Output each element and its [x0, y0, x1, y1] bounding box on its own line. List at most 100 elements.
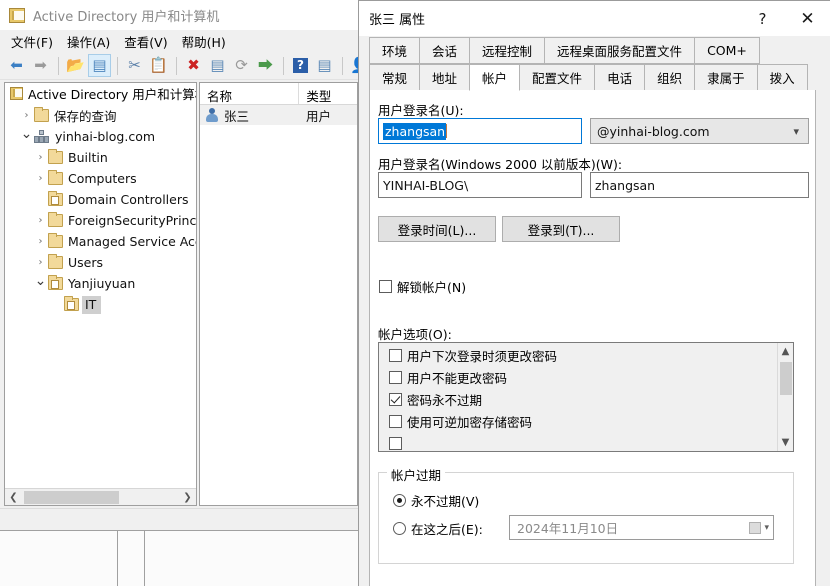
- user-icon: [205, 108, 219, 122]
- account-option-row[interactable]: 用户不能更改密码: [379, 366, 777, 388]
- calendar-dropdown[interactable]: ▾: [749, 521, 769, 534]
- cut-icon[interactable]: ✂: [123, 54, 146, 77]
- scroll-left-icon[interactable]: ❮: [5, 489, 22, 506]
- properties-icon[interactable]: ▤: [206, 54, 229, 77]
- menu-help[interactable]: 帮助(H): [179, 30, 237, 53]
- dialog-title: 张三 属性: [369, 13, 426, 28]
- account-option-checkbox[interactable]: [389, 348, 402, 362]
- hscroll-thumb[interactable]: [24, 490, 119, 504]
- tree-item-yanjiuyuan[interactable]: ⌄ Yanjiuyuan: [5, 273, 196, 294]
- never-expires-label: 永不过期(V): [411, 494, 480, 509]
- tab-会话[interactable]: 会话: [419, 37, 471, 64]
- tab-电话[interactable]: 电话: [594, 64, 646, 91]
- tree-root-row[interactable]: Active Directory 用户和计算机: [5, 83, 196, 104]
- tab-隶属于[interactable]: 隶属于: [694, 64, 758, 91]
- tree-item--[interactable]: › 保存的查询: [5, 105, 196, 126]
- hscroll-track[interactable]: [22, 489, 179, 506]
- tab-常规[interactable]: 常规: [369, 64, 421, 91]
- tree-item-builtin[interactable]: › Builtin: [5, 147, 196, 168]
- chevron-right-icon[interactable]: ›: [33, 215, 48, 226]
- ou-folder-icon: [48, 275, 63, 290]
- account-option-row[interactable]: 密码永不过期: [379, 388, 777, 410]
- account-option-row[interactable]: 使用可逆加密存储密码: [379, 410, 777, 432]
- help-icon[interactable]: ?: [740, 2, 785, 36]
- tab-COM+[interactable]: COM+: [694, 37, 760, 64]
- run-console-icon[interactable]: ▤: [313, 54, 336, 77]
- chevron-down-icon[interactable]: ⌄: [19, 127, 34, 141]
- chevron-right-icon[interactable]: ›: [33, 236, 48, 247]
- table-row[interactable]: 张三 用户: [200, 105, 357, 125]
- tab-帐户[interactable]: 帐户: [469, 64, 521, 91]
- menu-view[interactable]: 查看(V): [121, 30, 178, 53]
- up-folder-icon[interactable]: 📂: [64, 54, 87, 77]
- list-header: 名称 类型: [200, 83, 357, 105]
- account-options-list[interactable]: 用户下次登录时须更改密码 用户不能更改密码 密码永不过期 使用可逆加密存储密码 ▲ ▼: [378, 342, 794, 452]
- scroll-down-icon[interactable]: ▼: [778, 434, 793, 451]
- tree-item-it[interactable]: IT: [5, 294, 196, 315]
- tab-环境[interactable]: 环境: [369, 37, 421, 64]
- pre2000-domain-input[interactable]: YINHAI-BLOG\: [378, 172, 582, 198]
- tree-item-label: IT: [82, 295, 102, 314]
- tree-horizontal-scrollbar[interactable]: ❮ ❯: [5, 488, 196, 505]
- export-list-icon[interactable]: ⮕: [254, 54, 277, 77]
- folder-icon: [48, 233, 63, 248]
- logon-hours-button[interactable]: 登录时间(L)...: [378, 216, 496, 242]
- chevron-right-icon[interactable]: ›: [19, 110, 34, 121]
- tree-item-managed-service-accc[interactable]: › Managed Service Accc: [5, 231, 196, 252]
- tree-item-users[interactable]: › Users: [5, 252, 196, 273]
- expiry-date-value: 2024年11月10日: [517, 521, 619, 536]
- paste-icon[interactable]: 📋: [147, 54, 170, 77]
- tree-item-label: Managed Service Accc: [68, 234, 197, 249]
- scroll-up-icon[interactable]: ▲: [778, 343, 793, 360]
- end-of-row[interactable]: 在这之后(E):: [393, 519, 483, 538]
- scroll-right-icon[interactable]: ❯: [179, 489, 196, 506]
- account-option-row[interactable]: 用户下次登录时须更改密码: [379, 344, 777, 366]
- dialog-titlebar: 张三 属性 ? ✕: [359, 1, 830, 36]
- account-option-checkbox[interactable]: [389, 392, 402, 406]
- logon-name-input[interactable]: zhangsan: [378, 118, 582, 144]
- column-header-name[interactable]: 名称: [200, 83, 300, 104]
- column-header-type[interactable]: 类型: [299, 83, 357, 104]
- expiry-date-picker[interactable]: 2024年11月10日 ▾: [509, 515, 774, 540]
- chevron-right-icon[interactable]: ›: [33, 173, 48, 184]
- never-expires-row[interactable]: 永不过期(V): [393, 491, 479, 510]
- menu-action[interactable]: 操作(A): [64, 30, 121, 53]
- show-hide-tree-icon[interactable]: ▤: [88, 54, 111, 77]
- tree-item-yinhai-blog-com[interactable]: ⌄ yinhai-blog.com: [5, 126, 196, 147]
- pre2000-name-input[interactable]: zhangsan: [590, 172, 809, 198]
- help-icon[interactable]: ?: [289, 54, 312, 77]
- forward-arrow-icon[interactable]: ➡: [29, 54, 52, 77]
- tree-item-domain-controllers[interactable]: Domain Controllers: [5, 189, 196, 210]
- log-on-to-button[interactable]: 登录到(T)...: [502, 216, 620, 242]
- account-option-checkbox[interactable]: [389, 414, 402, 428]
- account-option-checkbox[interactable]: [389, 370, 402, 384]
- end-of-radio[interactable]: [393, 522, 406, 535]
- delete-icon[interactable]: ✖: [182, 54, 205, 77]
- pre2000-label: 用户登录名(Windows 2000 以前版本)(W):: [378, 157, 623, 172]
- never-expires-radio[interactable]: [393, 494, 406, 507]
- account-option-checkbox[interactable]: [389, 436, 402, 450]
- tree-item-foreignsecurityprincipa[interactable]: › ForeignSecurityPrincipa: [5, 210, 196, 231]
- upn-suffix-dropdown[interactable]: @yinhai-blog.com ▾: [590, 118, 809, 144]
- vscroll-thumb[interactable]: [780, 362, 792, 395]
- forward-arrow-icon-glyph: ➡: [34, 56, 47, 74]
- account-option-row-partial[interactable]: [379, 432, 777, 451]
- refresh-icon[interactable]: ⟳: [230, 54, 253, 77]
- unlock-account-checkbox[interactable]: [379, 280, 392, 293]
- options-vertical-scrollbar[interactable]: ▲ ▼: [777, 343, 793, 451]
- tab-远程桌面服务配置文件[interactable]: 远程桌面服务配置文件: [544, 37, 696, 64]
- tab-地址[interactable]: 地址: [419, 64, 471, 91]
- tab-组织[interactable]: 组织: [644, 64, 696, 91]
- unlock-account-row[interactable]: 解锁帐户(N): [379, 277, 466, 296]
- chevron-right-icon[interactable]: ›: [33, 152, 48, 163]
- tab-远程控制[interactable]: 远程控制: [469, 37, 546, 64]
- chevron-right-icon[interactable]: ›: [33, 257, 48, 268]
- close-icon[interactable]: ✕: [785, 2, 830, 36]
- back-arrow-icon[interactable]: ⬅: [5, 54, 28, 77]
- tree-item-computers[interactable]: › Computers: [5, 168, 196, 189]
- tab-拨入[interactable]: 拨入: [756, 64, 808, 91]
- tree-item-label: yinhai-blog.com: [55, 129, 156, 144]
- tab-配置文件[interactable]: 配置文件: [519, 64, 596, 91]
- menu-file[interactable]: 文件(F): [8, 30, 64, 53]
- chevron-down-icon[interactable]: ⌄: [33, 274, 48, 288]
